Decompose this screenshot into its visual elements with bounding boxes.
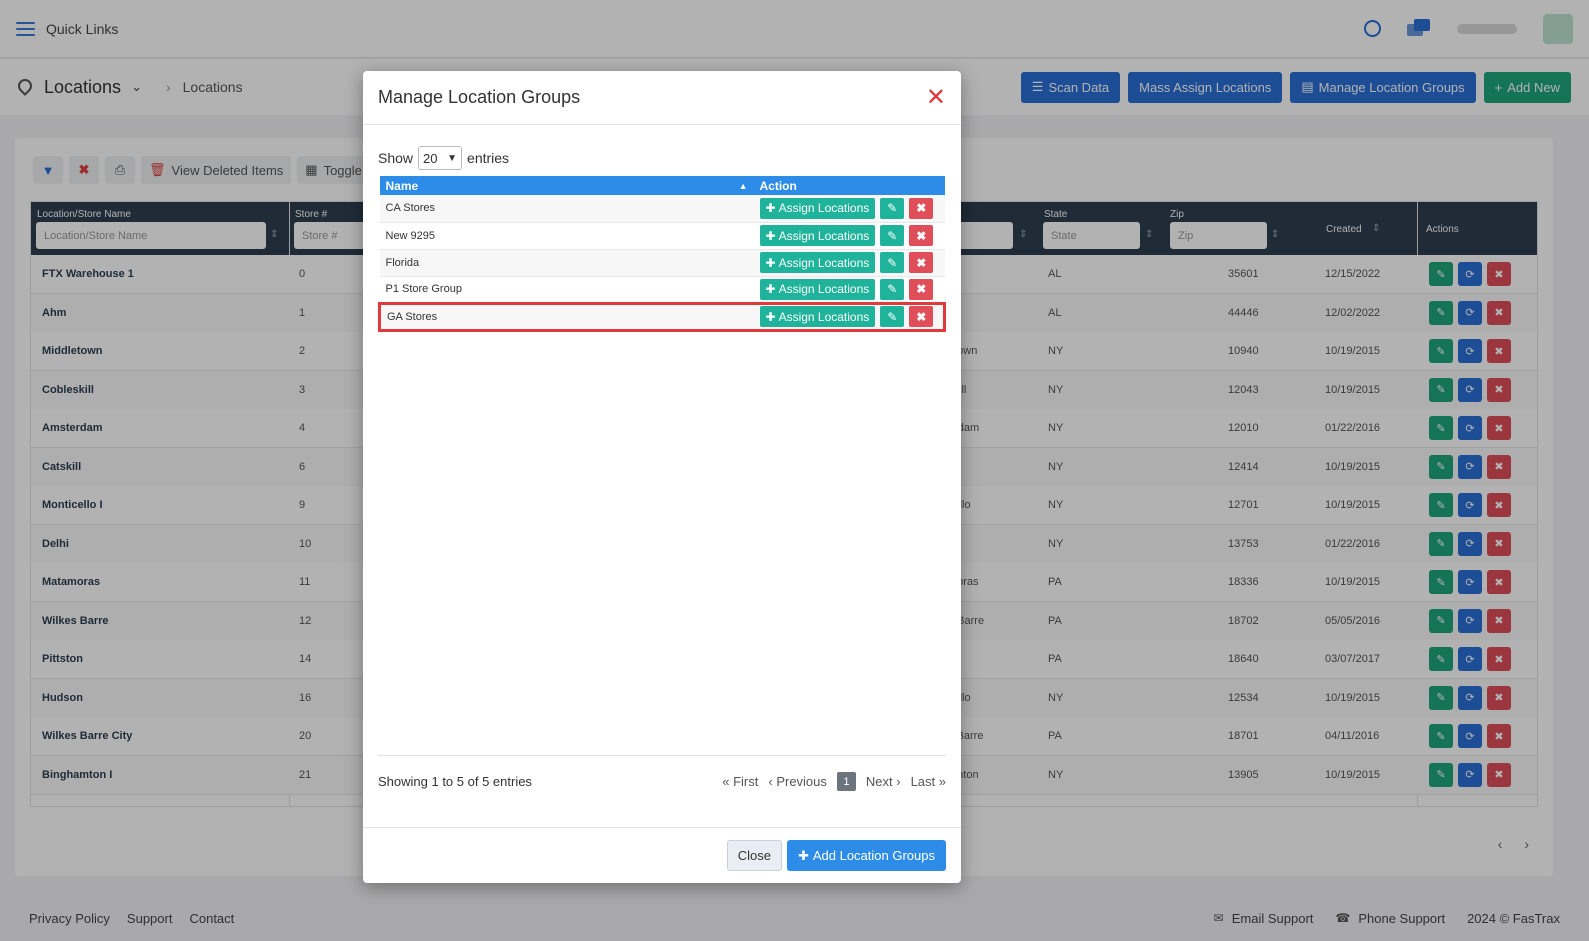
plus-icon: ✚ [765, 309, 776, 324]
plus-icon: ✚ [797, 847, 809, 863]
current-page-button[interactable]: 1 [836, 772, 856, 791]
group-actions-cell: ✚ Assign Locations ✎ ✖ [753, 249, 945, 277]
table-info-row: Showing 1 to 5 of 5 entries « First ‹ Pr… [378, 755, 946, 791]
edit-group-button[interactable]: ✎ [880, 225, 905, 246]
assign-locations-label: Assign Locations [778, 228, 870, 243]
close-icon: ✖ [916, 282, 927, 296]
previous-label: Previous [776, 774, 827, 789]
sort-asc-icon: ▲ [738, 180, 748, 191]
pencil-icon: ✎ [887, 282, 898, 296]
group-actions: ✚ Assign Locations ✎ ✖ [759, 252, 939, 273]
pencil-icon: ✎ [887, 255, 898, 270]
assign-locations-label: Assign Locations [778, 201, 870, 216]
group-actions: ✚ Assign Locations ✎ ✖ [759, 306, 938, 327]
modal-body: Show 20 ▼ entries Name ▲ Action CA Stores… [378, 125, 946, 332]
entries-info: Showing 1 to 5 of 5 entries [378, 774, 532, 789]
delete-group-button[interactable]: ✖ [909, 278, 934, 300]
close-icon: ✖ [916, 201, 927, 216]
group-name-cell: P1 Store Group [379, 276, 754, 304]
delete-group-button[interactable]: ✖ [909, 197, 934, 219]
column-header-action: Action [753, 176, 945, 195]
add-location-groups-button[interactable]: ✚ Add Location Groups [786, 840, 946, 871]
close-button[interactable]: Close [726, 840, 782, 871]
location-group-row[interactable]: Florida ✚ Assign Locations ✎ ✖ [379, 249, 945, 277]
entries-value: 20 [423, 150, 438, 166]
edit-group-button[interactable]: ✎ [880, 252, 905, 273]
modal-footer: Close ✚ Add Location Groups [363, 827, 961, 883]
assign-locations-label: Assign Locations [778, 282, 870, 296]
pagination: « First ‹ Previous 1 Next › Last » [722, 772, 946, 791]
group-actions: ✚ Assign Locations ✎ ✖ [759, 197, 939, 219]
previous-page-button[interactable]: ‹ Previous [768, 774, 827, 789]
group-name-cell: New 9295 [379, 222, 754, 250]
chevron-down-icon: ▼ [447, 152, 458, 164]
first-label: First [733, 774, 759, 789]
assign-locations-label: Assign Locations [778, 309, 870, 324]
close-icon[interactable]: ✕ [926, 85, 946, 110]
last-label: Last [910, 774, 936, 789]
group-actions: ✚ Assign Locations ✎ ✖ [759, 225, 939, 246]
manage-location-groups-modal: Manage Location Groups ✕ Show 20 ▼ entri… [363, 71, 961, 883]
group-actions-cell: ✚ Assign Locations ✎ ✖ [753, 301, 946, 332]
pencil-icon: ✎ [887, 309, 898, 324]
close-icon: ✖ [916, 228, 927, 243]
entries-label: entries [467, 150, 510, 166]
edit-group-button[interactable]: ✎ [880, 278, 905, 300]
next-page-button[interactable]: Next › [866, 774, 901, 789]
group-name-cell: CA Stores [379, 195, 754, 223]
plus-icon: ✚ [765, 282, 776, 296]
close-icon: ✖ [916, 309, 927, 324]
delete-group-button[interactable]: ✖ [909, 225, 934, 246]
edit-group-button[interactable]: ✎ [880, 306, 905, 327]
column-header-name[interactable]: Name ▲ [379, 176, 754, 195]
next-label: Next [865, 774, 893, 789]
name-header-label: Name [385, 178, 419, 193]
assign-locations-button[interactable]: ✚ Assign Locations [759, 252, 876, 273]
assign-locations-label: Assign Locations [778, 255, 870, 270]
group-actions: ✚ Assign Locations ✎ ✖ [759, 278, 939, 300]
edit-group-button[interactable]: ✎ [880, 197, 905, 219]
assign-locations-button[interactable]: ✚ Assign Locations [759, 197, 876, 219]
location-groups-table: Name ▲ Action CA Stores ✚ Assign Locations ✎… [378, 176, 946, 332]
location-group-row[interactable]: GA Stores ✚ Assign Locations ✎ ✖ [378, 301, 946, 332]
assign-locations-button[interactable]: ✚ Assign Locations [759, 306, 876, 327]
pencil-icon: ✎ [887, 228, 898, 243]
delete-group-button[interactable]: ✖ [909, 252, 934, 273]
group-name-cell: Florida [379, 249, 754, 277]
modal-title: Manage Location Groups [378, 87, 581, 107]
group-name-cell: GA Stores [378, 301, 754, 332]
group-actions-cell: ✚ Assign Locations ✎ ✖ [753, 195, 945, 223]
plus-icon: ✚ [765, 201, 776, 216]
assign-locations-button[interactable]: ✚ Assign Locations [759, 225, 876, 246]
plus-icon: ✚ [765, 255, 776, 270]
location-group-row[interactable]: New 9295 ✚ Assign Locations ✎ ✖ [379, 222, 945, 250]
show-label: Show [378, 150, 414, 166]
group-actions-cell: ✚ Assign Locations ✎ ✖ [753, 276, 945, 304]
location-group-row[interactable]: CA Stores ✚ Assign Locations ✎ ✖ [379, 195, 945, 223]
location-groups-body: CA Stores ✚ Assign Locations ✎ ✖ New 9295 ✚ Ass… [378, 195, 946, 332]
entries-length: Show 20 ▼ entries [378, 146, 946, 170]
add-location-groups-label: Add Location Groups [812, 848, 935, 863]
plus-icon: ✚ [765, 228, 776, 243]
first-page-button[interactable]: « First [722, 774, 758, 789]
last-page-button[interactable]: Last » [911, 774, 946, 789]
pencil-icon: ✎ [887, 201, 898, 216]
location-group-row[interactable]: P1 Store Group ✚ Assign Locations ✎ ✖ [379, 276, 945, 304]
close-icon: ✖ [916, 255, 927, 270]
delete-group-button[interactable]: ✖ [909, 306, 934, 327]
assign-locations-button[interactable]: ✚ Assign Locations [759, 278, 876, 300]
entries-select[interactable]: 20 ▼ [418, 146, 463, 170]
group-actions-cell: ✚ Assign Locations ✎ ✖ [753, 222, 945, 250]
modal-header: Manage Location Groups ✕ [363, 71, 961, 125]
